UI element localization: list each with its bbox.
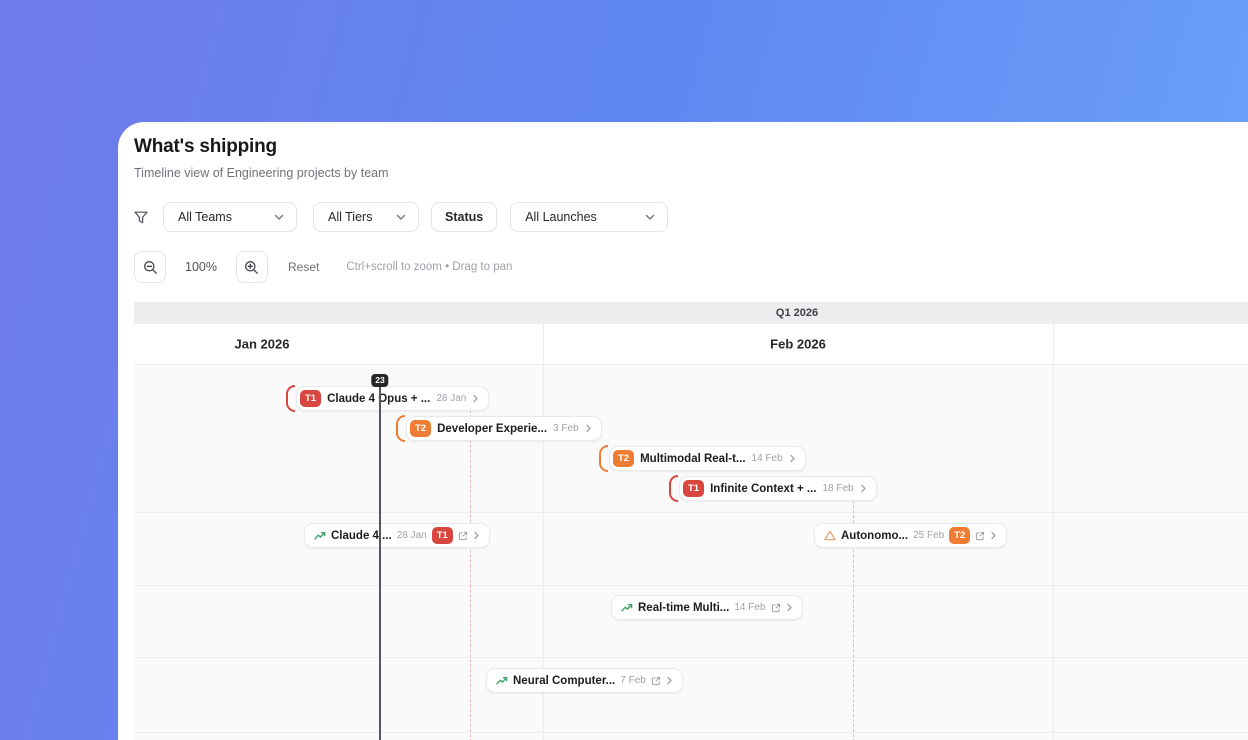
timeline-item-project[interactable]: T1 Claude 4 Opus + ... 28 Jan (286, 385, 490, 412)
tiers-filter-value: All Tiers (328, 210, 373, 224)
row-divider (134, 512, 1248, 513)
zoom-hint-text: Ctrl+scroll to zoom • Drag to pan (346, 261, 513, 273)
tier-badge: T1 (683, 480, 705, 497)
launches-filter-value: All Launches (525, 210, 597, 224)
filter-icon (134, 211, 148, 224)
tier-badge: T2 (410, 420, 432, 437)
month-label-feb: Feb 2026 (770, 336, 826, 352)
external-link-icon (458, 531, 468, 541)
zoom-out-button[interactable] (134, 251, 166, 283)
zoom-out-icon (143, 260, 158, 275)
launch-date: 28 Jan (396, 530, 427, 541)
tier-badge: T2 (613, 450, 635, 467)
tier-badge: T1 (431, 527, 453, 544)
project-label: Developer Experie... (437, 422, 548, 435)
tiers-filter-dropdown[interactable]: All Tiers (313, 202, 419, 232)
chevron-right-icon (789, 454, 796, 463)
launch-label: Neural Computer... (513, 674, 616, 687)
page-title: What's shipping (134, 136, 277, 157)
chevron-down-icon (645, 214, 655, 221)
chevron-right-icon (990, 531, 997, 540)
bar-start-arc (286, 385, 295, 412)
timeline-canvas[interactable]: 23 T1 Claude 4 Opus + ... 28 Jan T2 Deve… (134, 365, 1248, 740)
reset-zoom-button[interactable]: Reset (288, 260, 319, 274)
timeline-section: Q1 2026 Jan 2026 Feb 2026 23 T1 Claude 4… (134, 302, 1248, 740)
zoom-level-value: 100% (185, 260, 217, 274)
status-filter-button[interactable]: Status (431, 202, 498, 232)
zoom-in-button[interactable] (235, 251, 268, 283)
trending-up-icon (621, 603, 633, 613)
tier-badge: T2 (949, 527, 971, 544)
launch-label: Claude 4 ... (331, 529, 392, 542)
project-date: 3 Feb (553, 423, 579, 434)
launch-date: 25 Feb (913, 530, 945, 541)
warning-icon (824, 530, 836, 541)
launch-date: 7 Feb (620, 675, 646, 686)
month-header: Jan 2026 Feb 2026 (134, 324, 1248, 365)
bar-start-arc (669, 475, 678, 502)
timeline-item-launch[interactable]: Neural Computer... 7 Feb (486, 668, 683, 693)
project-label: Multimodal Real-t... (640, 452, 746, 465)
chevron-right-icon (473, 531, 480, 540)
external-link-icon (975, 531, 985, 541)
timeline-item-launch[interactable]: Real-time Multi... 14 Feb (611, 595, 803, 620)
filter-bar: All Teams All Tiers Status All Launches (134, 202, 669, 232)
tier-badge: T1 (300, 390, 322, 407)
trending-up-icon (314, 531, 326, 541)
teams-filter-dropdown[interactable]: All Teams (163, 202, 297, 232)
project-date: 28 Jan (436, 393, 467, 404)
external-link-icon (651, 676, 661, 686)
launches-filter-dropdown[interactable]: All Launches (510, 202, 669, 232)
timeline-item-project[interactable]: T2 Developer Experie... 3 Feb (396, 415, 602, 442)
teams-filter-value: All Teams (178, 210, 232, 224)
main-panel: What's shipping Timeline view of Enginee… (118, 122, 1248, 740)
zoom-toolbar: 100% Reset Ctrl+scroll to zoom • Drag to… (134, 251, 512, 283)
launch-label: Autonomo... (841, 529, 909, 542)
chevron-right-icon (860, 484, 867, 493)
month-gridline (1053, 365, 1054, 740)
month-divider (1053, 324, 1054, 364)
project-date: 14 Feb (751, 453, 783, 464)
timeline-item-launch[interactable]: Claude 4 ... 28 Jan T1 (304, 523, 490, 548)
project-label: Infinite Context + ... (710, 482, 817, 495)
chevron-right-icon (666, 676, 673, 685)
launch-label: Real-time Multi... (638, 601, 730, 614)
external-link-icon (771, 603, 781, 613)
timeline-item-launch[interactable]: Autonomo... 25 Feb T2 (814, 523, 1008, 548)
quarter-header: Q1 2026 (134, 302, 1248, 324)
milestone-dashed-line (470, 410, 471, 740)
chevron-right-icon (472, 394, 479, 403)
bar-start-arc (599, 445, 608, 472)
timeline-item-project[interactable]: T1 Infinite Context + ... 18 Feb (669, 475, 877, 502)
status-filter-label: Status (445, 210, 484, 224)
project-date: 18 Feb (822, 483, 854, 494)
page-subtitle: Timeline view of Engineering projects by… (134, 166, 389, 180)
month-label-jan: Jan 2026 (234, 336, 290, 352)
launch-date: 14 Feb (734, 602, 766, 613)
row-divider (134, 585, 1248, 586)
row-divider (134, 732, 1248, 733)
today-marker-line (379, 386, 381, 740)
bar-start-arc (396, 415, 405, 442)
trending-up-icon (496, 676, 508, 686)
zoom-in-icon (244, 260, 259, 275)
month-divider (543, 324, 544, 364)
quarter-label: Q1 2026 (775, 307, 819, 319)
chevron-right-icon (585, 424, 592, 433)
timeline-item-project[interactable]: T2 Multimodal Real-t... 14 Feb (599, 445, 806, 472)
chevron-down-icon (274, 214, 284, 221)
row-divider (134, 657, 1248, 658)
today-marker-badge: 23 (371, 374, 389, 387)
chevron-right-icon (786, 603, 793, 612)
chevron-down-icon (396, 214, 406, 221)
